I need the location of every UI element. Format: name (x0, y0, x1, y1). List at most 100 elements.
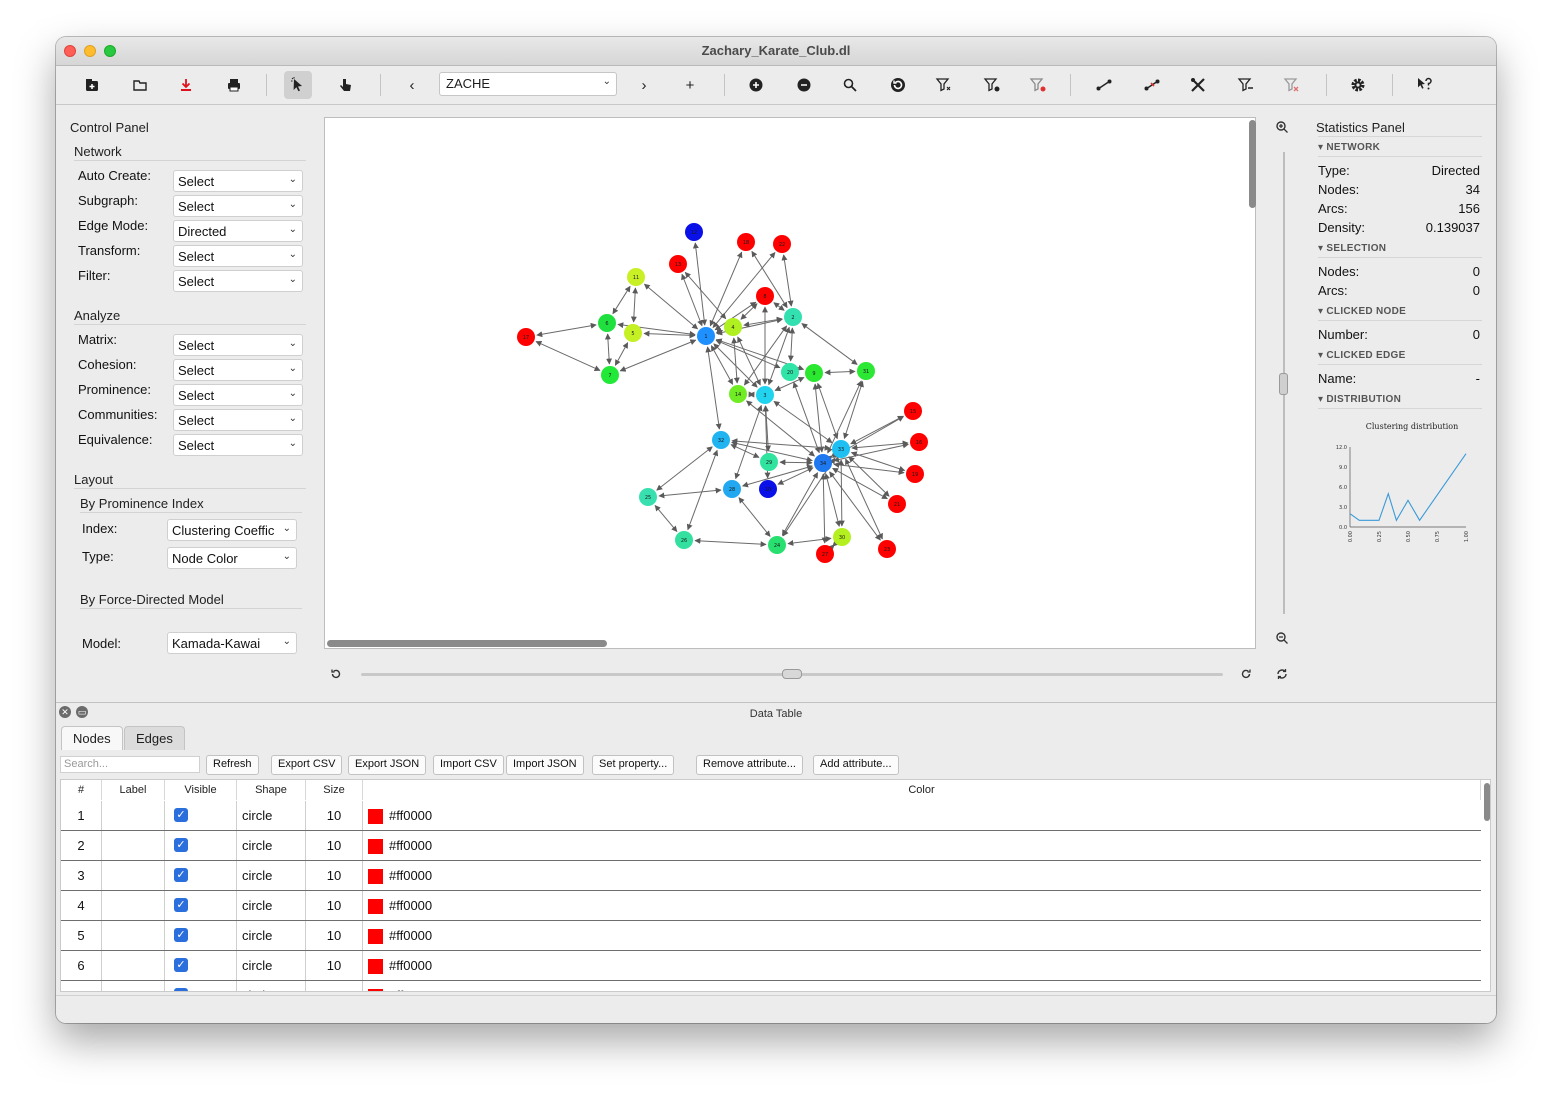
graph-edge[interactable] (730, 444, 760, 458)
column-header-index[interactable]: # (61, 780, 102, 800)
graph-edge[interactable] (828, 540, 839, 551)
network-row-select[interactable]: Select ⌄ (173, 170, 303, 192)
graph-edge[interactable] (741, 464, 814, 488)
graph-node[interactable]: 11 (627, 268, 645, 286)
canvas-vertical-scrollbar[interactable] (1249, 120, 1256, 208)
index-select[interactable]: Clustering Coeffic ⌄ (167, 519, 297, 541)
graph-edge[interactable] (604, 333, 613, 365)
color-swatch[interactable] (368, 989, 383, 991)
graph-node[interactable]: 14 (729, 385, 747, 403)
graph-node[interactable]: 13 (669, 255, 687, 273)
column-header-color[interactable]: Color (363, 780, 1481, 800)
graph-edge[interactable] (743, 316, 783, 328)
graph-edge[interactable] (781, 472, 819, 536)
table-row[interactable]: 1 ✓ circle 10 #ff0000 (61, 801, 1481, 831)
graph-node[interactable]: 7 (601, 366, 619, 384)
graph-edge[interactable] (787, 327, 796, 362)
graph-node[interactable]: 9 (805, 364, 823, 382)
graph-edge[interactable] (715, 339, 781, 369)
settings-icon[interactable] (1344, 71, 1372, 99)
graph-edge[interactable] (654, 504, 678, 533)
graph-node[interactable]: 16 (910, 433, 928, 451)
column-header-label[interactable]: Label (102, 780, 165, 800)
zoom-out-circle-icon[interactable] (790, 71, 818, 99)
analyze-row-select[interactable]: Select ⌄ (173, 384, 303, 406)
filter-off-icon[interactable] (1278, 71, 1306, 99)
reset-view-icon[interactable] (1272, 664, 1292, 684)
cell-visible[interactable]: ✓ (165, 831, 237, 860)
network-row-select[interactable]: Select ⌄ (173, 270, 303, 292)
graph-edge[interactable] (833, 461, 905, 476)
graph-edge[interactable] (535, 341, 601, 371)
color-swatch[interactable] (368, 959, 383, 975)
table-button-refresh[interactable]: Refresh (206, 755, 259, 775)
tab-edges[interactable]: Edges (124, 726, 185, 750)
graph-edge[interactable] (820, 473, 828, 544)
new-file-icon[interactable] (78, 71, 106, 99)
table-row[interactable]: 4 ✓ circle 10 #ff0000 (61, 891, 1481, 921)
visible-checkbox[interactable]: ✓ (174, 958, 188, 972)
network-row-select[interactable]: Select ⌄ (173, 245, 303, 267)
clicked-edge-heading[interactable]: ▾ CLICKED EDGE (1318, 350, 1406, 361)
zoom-in-circle-icon[interactable] (742, 71, 770, 99)
table-button-export-csv[interactable]: Export CSV (271, 755, 343, 775)
graph-edge[interactable] (684, 271, 727, 320)
graph-edge[interactable] (740, 303, 758, 320)
analyze-row-select[interactable]: Select ⌄ (173, 359, 303, 381)
graph-node[interactable]: 5 (624, 324, 642, 342)
visible-checkbox[interactable]: ✓ (174, 808, 188, 822)
rotate-icon[interactable] (884, 71, 912, 99)
network-row-select[interactable]: Select ⌄ (173, 195, 303, 217)
column-header-shape[interactable]: Shape (237, 780, 306, 800)
network-row-select[interactable]: Directed ⌄ (173, 220, 303, 242)
graph-edge[interactable] (536, 322, 597, 338)
visible-checkbox[interactable]: ✓ (174, 898, 188, 912)
graph-edge[interactable] (779, 459, 813, 466)
graph-node[interactable]: 28 (723, 480, 741, 498)
network-stats-heading[interactable]: ▾ NETWORK (1318, 142, 1380, 153)
graph-node[interactable]: 31 (857, 362, 875, 380)
graph-node[interactable]: 34 (814, 454, 832, 472)
graph-node[interactable]: 12 (685, 223, 703, 241)
graph-edge[interactable] (773, 302, 785, 311)
clicked-node-heading[interactable]: ▾ CLICKED NODE (1318, 306, 1406, 317)
graph-edge[interactable] (824, 368, 856, 376)
visible-checkbox[interactable]: ✓ (174, 838, 188, 852)
next-icon[interactable]: › (630, 71, 658, 99)
table-scrollbar[interactable] (1484, 783, 1490, 821)
cell-visible[interactable]: ✓ (165, 921, 237, 950)
table-row[interactable]: 7 ✓ circle10 #ff0000 (61, 981, 1481, 991)
graph-node[interactable]: 33 (832, 440, 850, 458)
graph-edge[interactable] (630, 287, 639, 323)
column-header-size[interactable]: Size (306, 780, 363, 800)
filter-edges-icon[interactable] (1024, 71, 1052, 99)
network-graph[interactable]: 1234567891114202425262829303132333410121… (325, 118, 1255, 648)
color-swatch[interactable] (368, 869, 383, 885)
print-icon[interactable] (220, 71, 248, 99)
graph-node[interactable]: 32 (712, 431, 730, 449)
graph-edge[interactable] (851, 440, 909, 451)
graph-edge[interactable] (838, 459, 845, 527)
download-icon[interactable] (172, 71, 200, 99)
graph-node[interactable]: 25 (639, 488, 657, 506)
visible-checkbox[interactable]: ✓ (174, 868, 188, 882)
cell-visible[interactable]: ✓ (165, 801, 237, 830)
type-select[interactable]: Node Color ⌄ (167, 547, 297, 569)
graph-edge[interactable] (619, 339, 697, 372)
table-row[interactable]: 5 ✓ circle 10 #ff0000 (61, 921, 1481, 951)
graph-edge[interactable] (656, 446, 713, 491)
graph-node[interactable]: 22 (773, 235, 791, 253)
graph-node[interactable]: 23 (878, 540, 896, 558)
cell-visible[interactable]: ✓ (165, 891, 237, 920)
table-button-add-attribute[interactable]: Add attribute... (813, 755, 899, 775)
graph-edge[interactable] (843, 380, 864, 440)
graph-node[interactable]: 21 (888, 495, 906, 513)
prev-icon[interactable]: ‹ (398, 71, 426, 99)
zoom-in-icon[interactable] (1272, 117, 1292, 137)
rotation-slider-handle[interactable] (782, 669, 802, 679)
graph-node[interactable]: 6 (598, 314, 616, 332)
tools-icon[interactable] (1184, 71, 1212, 99)
table-button-remove-attribute[interactable]: Remove attribute... (696, 755, 803, 775)
table-button-import-csv[interactable]: Import CSV (433, 755, 504, 775)
cell-visible[interactable]: ✓ (165, 951, 237, 980)
